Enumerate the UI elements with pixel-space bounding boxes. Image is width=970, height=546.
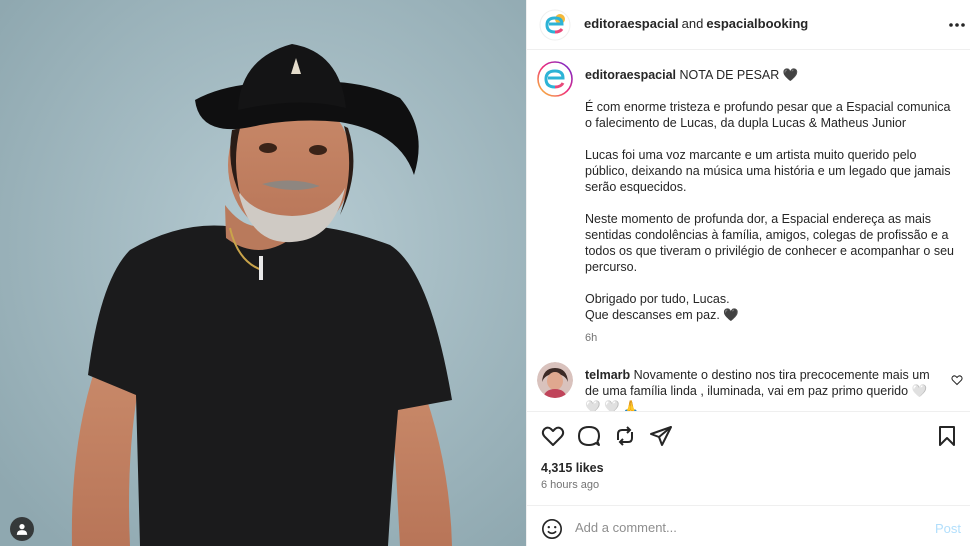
commenter-avatar[interactable]	[537, 362, 573, 398]
emoji-icon[interactable]	[541, 518, 563, 540]
caption-paragraph: Lucas foi uma voz marcante e um artista …	[585, 148, 951, 194]
post-authors: editoraespacial and espacialbooking	[584, 16, 808, 31]
likes-count[interactable]: 4,315 likes	[541, 461, 604, 475]
comment-username[interactable]: telmarb	[585, 368, 630, 382]
add-comment-bar: Post	[527, 505, 970, 546]
caption-closing-line: Obrigado por tudo, Lucas.	[585, 292, 730, 306]
comment-item: telmarb Novamente o destino nos tira pre…	[585, 367, 935, 411]
caption-paragraph: É com enorme tristeza e profundo pesar q…	[585, 100, 951, 130]
comment-input[interactable]	[575, 516, 915, 538]
post-header: editoraespacial and espacialbooking	[527, 0, 970, 50]
collaborator-link[interactable]: espacialbooking	[706, 16, 808, 31]
profile-avatar[interactable]	[539, 9, 571, 41]
post-actions-bar	[527, 411, 970, 457]
more-horizontal-icon[interactable]	[947, 15, 967, 35]
instagram-post: editoraespacial and espacialbooking edit…	[0, 0, 970, 546]
comment-icon[interactable]	[577, 424, 601, 448]
heart-icon[interactable]	[541, 424, 565, 448]
user-icon	[16, 524, 28, 535]
post-photo[interactable]	[0, 0, 526, 546]
comment-text: Novamente o destino nos tira precocement…	[585, 368, 930, 398]
authors-connector: and	[681, 16, 704, 31]
post-time[interactable]: 6 hours ago	[541, 479, 599, 491]
tagged-users-button[interactable]	[10, 517, 34, 541]
comment-heart-icon[interactable]	[951, 374, 963, 386]
caption-author-avatar[interactable]	[537, 61, 573, 97]
caption-paragraph: Neste momento de profunda dor, a Espacia…	[585, 212, 954, 274]
bookmark-icon[interactable]	[935, 424, 959, 448]
post-comments-area[interactable]: editoraespacial NOTA DE PESAR 🖤 É com en…	[527, 51, 970, 411]
post-details-panel: editoraespacial and espacialbooking edit…	[526, 0, 970, 546]
commenter-photo	[537, 362, 573, 398]
author-link[interactable]: editoraespacial	[584, 16, 679, 31]
repost-icon[interactable]	[613, 424, 637, 448]
post-caption: editoraespacial NOTA DE PESAR 🖤 É com en…	[585, 67, 957, 323]
post-comment-button[interactable]: Post	[935, 521, 961, 536]
caption-username[interactable]: editoraespacial	[585, 68, 676, 82]
share-icon[interactable]	[649, 424, 673, 448]
caption-timestamp[interactable]: 6h	[585, 332, 597, 344]
black-heart-emoji: 🖤	[723, 308, 739, 322]
black-heart-emoji: 🖤	[782, 68, 799, 82]
portrait-image	[0, 0, 526, 546]
caption-title: NOTA DE PESAR	[679, 68, 780, 82]
caption-closing-line: Que descanses em paz.	[585, 308, 720, 322]
